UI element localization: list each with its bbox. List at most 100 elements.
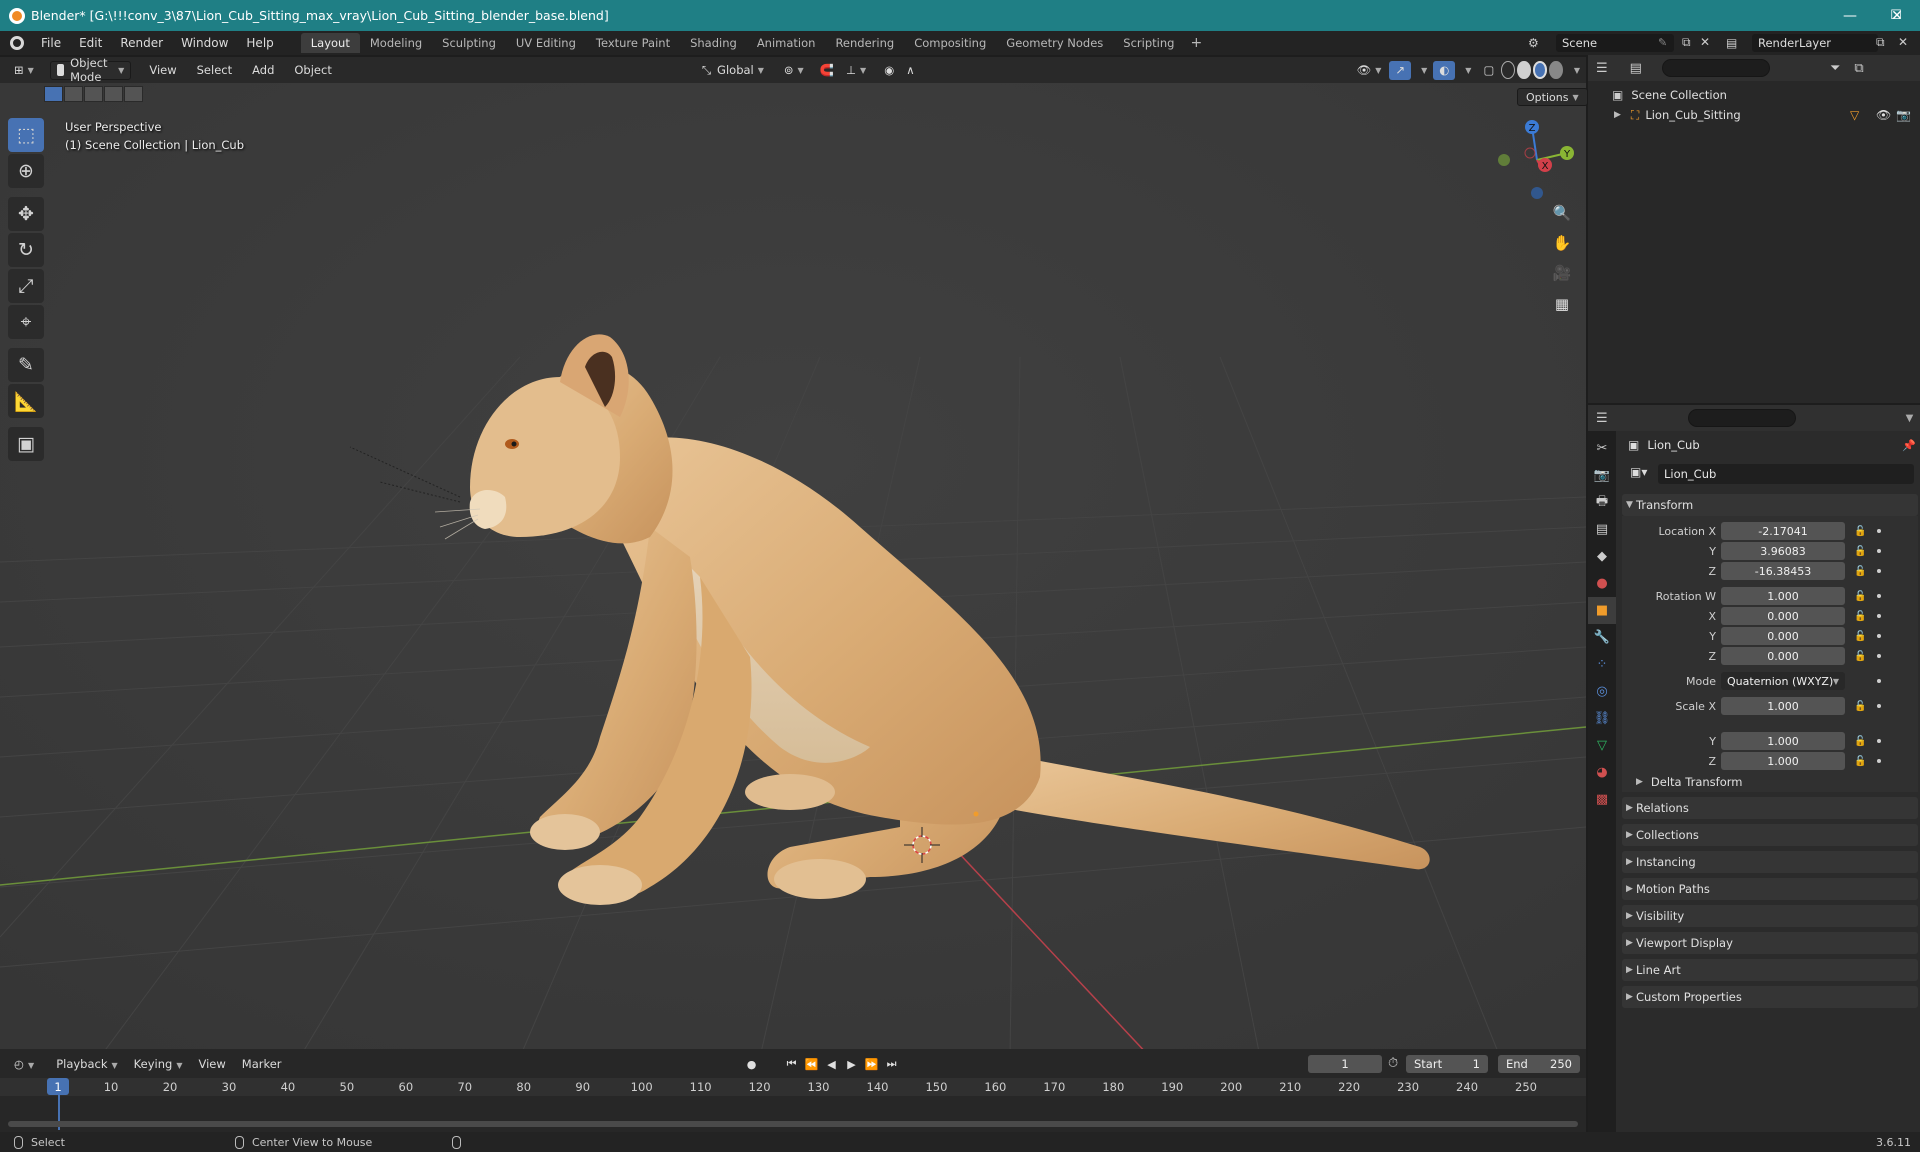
rotation-mode-dropdown[interactable]: Quaternion (WXYZ) ▼	[1721, 672, 1845, 690]
rendered-shading-icon[interactable]	[1549, 61, 1563, 79]
lock-icon[interactable]: 🔓	[1854, 611, 1866, 622]
falloff-icon[interactable]: ∧	[900, 61, 920, 80]
gizmo-neg-z-icon[interactable]	[1531, 187, 1543, 199]
custom-properties-panel-header[interactable]: ▶ Custom Properties	[1622, 986, 1918, 1008]
view-layer-icon[interactable]: ▤	[1726, 36, 1737, 50]
display-mode-icon[interactable]: ▤	[1630, 61, 1642, 76]
lock-icon[interactable]: 🔓	[1854, 701, 1866, 712]
lock-icon[interactable]: 🔓	[1854, 631, 1866, 642]
scene-selector[interactable]: Scene	[1556, 34, 1674, 52]
collections-panel-header[interactable]: ▶ Collections	[1622, 824, 1918, 846]
add-cube-tool-icon[interactable]: ▣	[8, 427, 44, 461]
lock-icon[interactable]: 🔓	[1854, 756, 1866, 767]
outliner-editor-icon[interactable]: ☰	[1596, 61, 1608, 76]
move-tool-icon[interactable]: ✥	[8, 197, 44, 231]
zoom-icon[interactable]: 🔍	[1549, 200, 1575, 226]
keyframe-dot-icon[interactable]	[1877, 704, 1881, 708]
current-frame-field[interactable]: 1	[1308, 1055, 1382, 1073]
next-keyframe-icon[interactable]: ⏩	[862, 1058, 882, 1071]
gizmo-toggle-icon[interactable]: ↗	[1389, 60, 1412, 80]
line-art-panel-header[interactable]: ▶ Line Art	[1622, 959, 1918, 981]
play-icon[interactable]: ▶	[842, 1058, 862, 1071]
pan-hand-icon[interactable]: ✋	[1549, 230, 1575, 256]
new-view-layer-icon[interactable]: ⧉	[1876, 35, 1885, 50]
view-layer-selector[interactable]: RenderLayer	[1752, 34, 1878, 52]
rotation-y-field[interactable]: 0.000	[1721, 627, 1845, 645]
tab-rendering[interactable]: Rendering	[825, 33, 904, 53]
overlay-toggle-icon[interactable]: ◐	[1433, 60, 1456, 80]
properties-editor-icon[interactable]: ☰	[1596, 411, 1608, 426]
close-button[interactable]: ✕	[1874, 0, 1920, 31]
end-frame-field[interactable]: End 250	[1498, 1055, 1580, 1073]
tab-compositing[interactable]: Compositing	[904, 33, 996, 53]
visibility-panel-header[interactable]: ▶ Visibility	[1622, 905, 1918, 927]
outliner-search-input[interactable]	[1661, 59, 1770, 77]
keyframe-dot-icon[interactable]	[1877, 569, 1881, 573]
new-scene-icon[interactable]: ⧉	[1682, 35, 1691, 50]
menu-add[interactable]: Add	[246, 61, 280, 80]
delete-view-layer-icon[interactable]: ✕	[1898, 35, 1908, 49]
viewport-display-panel-header[interactable]: ▶ Viewport Display	[1622, 932, 1918, 954]
lock-icon[interactable]: 🔓	[1854, 651, 1866, 662]
tab-shading[interactable]: Shading	[680, 33, 747, 53]
scale-tool-icon[interactable]: ⤢	[8, 269, 44, 303]
annotate-tool-icon[interactable]: ✎	[8, 348, 44, 382]
keyframe-dot-icon[interactable]	[1877, 634, 1881, 638]
keyframe-dot-icon[interactable]	[1877, 529, 1881, 533]
menu-help[interactable]: Help	[237, 36, 282, 50]
object-name-field[interactable]: Lion_Cub	[1658, 464, 1914, 484]
select-subtract-icon[interactable]	[84, 86, 103, 102]
render-camera-icon[interactable]: 📷	[1896, 108, 1911, 122]
location-x-field[interactable]: -2.17041	[1721, 522, 1845, 540]
expand-arrow-icon[interactable]: ▶	[1614, 110, 1621, 120]
menu-edit[interactable]: Edit	[70, 36, 111, 50]
lock-icon[interactable]: 🔓	[1854, 566, 1866, 577]
lock-icon[interactable]: 🔓	[1854, 546, 1866, 557]
camera-view-icon[interactable]: 🎥	[1549, 260, 1575, 286]
keyframe-dot-icon[interactable]	[1877, 679, 1881, 683]
delete-scene-icon[interactable]: ✕	[1700, 35, 1710, 49]
relations-panel-header[interactable]: ▶ Relations	[1622, 797, 1918, 819]
physics-tab-icon[interactable]: ◎	[1588, 678, 1616, 705]
play-reverse-icon[interactable]: ◀	[822, 1058, 842, 1071]
properties-search-input[interactable]	[1687, 409, 1796, 427]
delta-transform-subpanel[interactable]: ▶ Delta Transform	[1636, 772, 1742, 792]
scene-tab-icon[interactable]: ◆	[1588, 543, 1616, 570]
menu-window[interactable]: Window	[172, 36, 237, 50]
filter-icon[interactable]: ⏷	[1830, 61, 1840, 76]
rotate-tool-icon[interactable]: ↻	[8, 233, 44, 267]
record-icon[interactable]: ●	[742, 1058, 762, 1071]
rotation-x-field[interactable]: 0.000	[1721, 607, 1845, 625]
keyframe-dot-icon[interactable]	[1877, 759, 1881, 763]
material-tab-icon[interactable]: ◕	[1588, 759, 1616, 786]
measure-tool-icon[interactable]: 📐	[8, 384, 44, 418]
tab-sculpting[interactable]: Sculpting	[432, 33, 506, 53]
location-z-field[interactable]: -16.38453	[1721, 562, 1845, 580]
scale-x-field[interactable]: 1.000	[1721, 697, 1845, 715]
editor-type-icon[interactable]: ⊞ ▼	[8, 61, 40, 80]
lock-icon[interactable]: 🔓	[1854, 591, 1866, 602]
jump-start-icon[interactable]: ⏮	[782, 1057, 802, 1071]
object-data-selector-icon[interactable]: ▣▾	[1630, 465, 1647, 479]
object-mode-dropdown[interactable]: Object Mode ▼	[49, 56, 132, 84]
start-frame-field[interactable]: Start 1	[1406, 1055, 1488, 1073]
timeline-scrollbar[interactable]	[8, 1121, 1578, 1127]
jump-end-icon[interactable]: ⏭	[882, 1057, 902, 1071]
gizmo-neg-x-icon[interactable]	[1524, 147, 1536, 159]
modifier-tab-icon[interactable]: 🔧	[1588, 624, 1616, 651]
pin-properties-icon[interactable]: 📌	[1902, 439, 1916, 452]
keyframe-dot-icon[interactable]	[1877, 654, 1881, 658]
snap-icon[interactable]: 🧲	[814, 61, 840, 80]
3d-viewport[interactable]	[0, 57, 1586, 1057]
outliner-item-lion-cub-sitting[interactable]: ▶ ⛶ Lion_Cub_Sitting ▽ 👁 📷	[1588, 105, 1920, 125]
menu-keying[interactable]: Keying ▼	[126, 1057, 191, 1071]
location-y-field[interactable]: 3.96083	[1721, 542, 1845, 560]
tab-animation[interactable]: Animation	[747, 33, 826, 53]
select-new-icon[interactable]	[44, 86, 63, 102]
menu-render[interactable]: Render	[111, 36, 172, 50]
properties-options-icon[interactable]: ▼	[1906, 413, 1914, 424]
texture-tab-icon[interactable]: ▩	[1588, 786, 1616, 813]
wireframe-shading-icon[interactable]	[1501, 61, 1516, 79]
data-tab-icon[interactable]: ▽	[1588, 732, 1616, 759]
particles-tab-icon[interactable]: ⁘	[1588, 651, 1616, 678]
